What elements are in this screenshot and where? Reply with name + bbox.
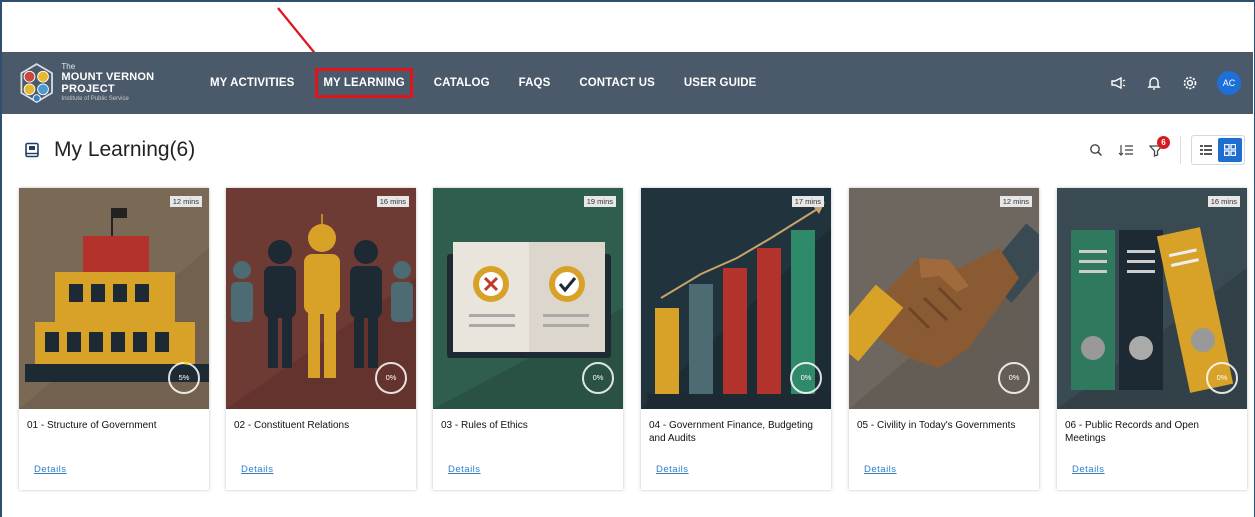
course-card[interactable]: 12 mins 5% 01 - Structure of Government … — [19, 188, 209, 490]
course-card[interactable]: 16 mins 0% 06 - Public Records and Open … — [1057, 188, 1247, 490]
list-view-button[interactable] — [1194, 138, 1218, 162]
search-button[interactable] — [1082, 136, 1110, 164]
course-duration: 16 mins — [376, 196, 409, 207]
logo-subtitle: Institute of Public Service — [61, 96, 129, 102]
course-title[interactable]: 06 - Public Records and Open Meetings — [1057, 409, 1247, 457]
sort-button[interactable] — [1112, 136, 1140, 164]
course-duration: 12 mins — [169, 196, 202, 207]
logo-name: MOUNT VERNON PROJECT — [61, 71, 155, 95]
details-link[interactable]: Details — [1072, 464, 1105, 475]
course-title[interactable]: 02 - Constituent Relations — [226, 409, 416, 457]
details-link[interactable]: Details — [864, 464, 897, 475]
course-duration: 19 mins — [583, 196, 616, 207]
course-card[interactable]: 12 mins 0% 05 - Civility in Today's Gove… — [849, 188, 1039, 490]
course-duration: 12 mins — [999, 196, 1032, 207]
gear-icon[interactable] — [1179, 72, 1201, 94]
list-toolbar: 6 — [1080, 135, 1245, 165]
nav-contact-us[interactable]: CONTACT US — [579, 77, 655, 89]
course-thumbnail[interactable]: 12 mins 0% — [849, 188, 1039, 409]
top-navbar: The MOUNT VERNON PROJECT Institute of Pu… — [2, 52, 1253, 114]
toolbar-divider — [1180, 136, 1181, 164]
logo-the: The — [61, 62, 76, 71]
details-link[interactable]: Details — [241, 464, 274, 475]
course-thumbnail[interactable]: 16 mins 0% — [1057, 188, 1247, 409]
sort-icon — [1118, 145, 1133, 156]
site-logo[interactable]: The MOUNT VERNON PROJECT Institute of Pu… — [16, 56, 196, 110]
course-card[interactable]: 19 mins 0% 03 - Rules of Ethics Details — [433, 188, 623, 490]
course-thumbnail[interactable]: 17 mins 0% — [641, 188, 831, 409]
megaphone-icon[interactable] — [1107, 72, 1129, 94]
course-title[interactable]: 04 - Government Finance, Budgeting and A… — [641, 409, 831, 457]
nav-catalog[interactable]: CATALOG — [434, 77, 490, 89]
bell-icon[interactable] — [1143, 72, 1165, 94]
book-icon — [25, 142, 39, 158]
progress-percent: 0% — [1008, 373, 1020, 382]
search-icon — [1090, 144, 1103, 157]
course-card[interactable]: 17 mins 0% 04 - Government Finance, Budg… — [641, 188, 831, 490]
logo-emblem-icon — [20, 63, 53, 103]
progress-percent: 0% — [800, 373, 812, 382]
grid-view-icon — [1224, 144, 1236, 156]
progress-percent: 0% — [385, 373, 397, 382]
filter-button[interactable]: 6 — [1142, 136, 1170, 164]
course-title[interactable]: 03 - Rules of Ethics — [433, 409, 623, 457]
nav-my-activities[interactable]: MY ACTIVITIES — [210, 77, 294, 89]
course-title[interactable]: 05 - Civility in Today's Governments — [849, 409, 1039, 457]
grid-view-button[interactable] — [1218, 138, 1242, 162]
course-duration: 16 mins — [1207, 196, 1240, 207]
filter-count-badge: 6 — [1157, 136, 1170, 149]
nav-my-learning[interactable]: MY LEARNING — [315, 68, 413, 98]
course-card[interactable]: 16 mins 0% 02 - Constituent Relations De… — [226, 188, 416, 490]
list-view-icon — [1200, 145, 1212, 155]
details-link[interactable]: Details — [656, 464, 689, 475]
course-duration: 17 mins — [791, 196, 824, 207]
progress-percent: 0% — [592, 373, 604, 382]
course-thumbnail[interactable]: 19 mins 0% — [433, 188, 623, 409]
nav-faqs[interactable]: FAQS — [519, 77, 551, 89]
nav-actions: AC — [1093, 52, 1241, 114]
progress-percent: 0% — [1216, 373, 1228, 382]
main-menu: MY ACTIVITIES MY LEARNING CATALOG FAQS C… — [210, 52, 785, 114]
user-avatar[interactable]: AC — [1217, 71, 1241, 95]
course-title[interactable]: 01 - Structure of Government — [19, 409, 209, 457]
progress-percent: 5% — [178, 373, 190, 382]
details-link[interactable]: Details — [448, 464, 481, 475]
details-link[interactable]: Details — [34, 464, 67, 475]
page-header: My Learning(6) — [24, 138, 195, 162]
view-toggle — [1191, 135, 1245, 165]
course-thumbnail[interactable]: 16 mins 0% — [226, 188, 416, 409]
nav-user-guide[interactable]: USER GUIDE — [684, 77, 757, 89]
course-thumbnail[interactable]: 12 mins 5% — [19, 188, 209, 409]
page-title: My Learning(6) — [54, 138, 196, 161]
